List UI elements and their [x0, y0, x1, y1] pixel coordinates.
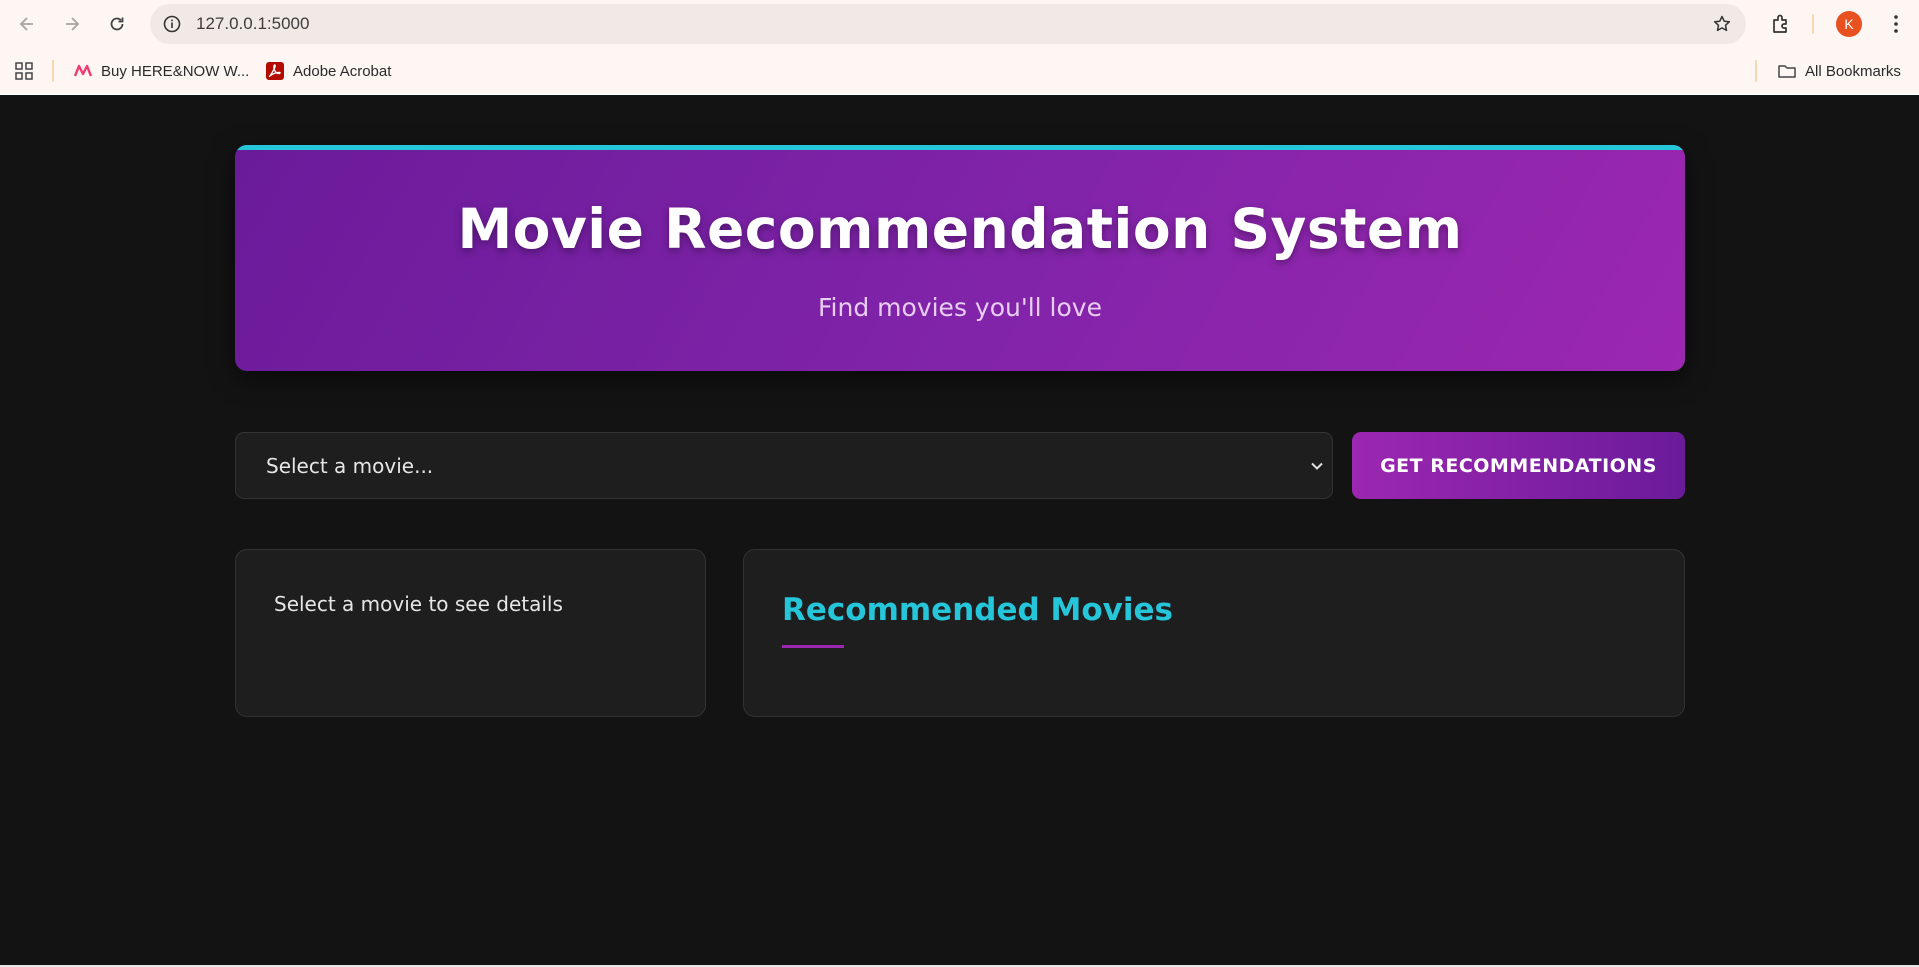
hero-accent-bar [235, 145, 1685, 150]
adobe-acrobat-icon [266, 62, 284, 80]
back-button[interactable] [12, 9, 42, 39]
bookmark-item-myntra[interactable]: Buy HERE&NOW W... [73, 60, 249, 82]
bookmark-label: Adobe Acrobat [293, 62, 392, 80]
page-subtitle: Find movies you'll love [818, 293, 1102, 322]
get-recommendations-button[interactable]: GET RECOMMENDATIONS [1352, 432, 1685, 499]
apps-grid-icon[interactable] [14, 61, 34, 81]
details-placeholder-text: Select a movie to see details [274, 592, 563, 616]
bookmark-label: Buy HERE&NOW W... [101, 62, 250, 80]
all-bookmarks-button[interactable]: All Bookmarks [1777, 60, 1901, 82]
myntra-logo-icon [73, 64, 93, 77]
reload-button[interactable] [102, 9, 132, 39]
bookmarks-bar: Buy HERE&NOW W... Adobe Acrobat All Book… [0, 48, 1919, 94]
page-title: Movie Recommendation System [457, 197, 1463, 261]
movie-select-value: Select a movie... [266, 454, 434, 478]
back-arrow-icon [19, 17, 33, 31]
browser-toolbar: 127.0.0.1:5000 K [0, 0, 1919, 48]
recommendations-heading: Recommended Movies [782, 592, 1173, 628]
profile-avatar[interactable]: K [1836, 11, 1862, 37]
forward-arrow-icon [66, 17, 80, 31]
recommendations-card: Recommended Movies [743, 549, 1685, 717]
extensions-icon[interactable] [1769, 12, 1793, 36]
address-bar[interactable]: 127.0.0.1:5000 [150, 4, 1746, 44]
forward-button[interactable] [57, 9, 87, 39]
heading-underline [782, 645, 844, 648]
reload-icon [110, 17, 124, 31]
hero-banner: Movie Recommendation System Find movies … [235, 145, 1685, 371]
movie-select-dropdown[interactable]: Select a movie... [235, 432, 1333, 499]
bookmark-star-icon[interactable] [1712, 14, 1732, 34]
all-bookmarks-label: All Bookmarks [1805, 62, 1901, 80]
chevron-down-icon [1311, 462, 1323, 470]
page-content: Movie Recommendation System Find movies … [0, 95, 1919, 967]
bookmark-item-adobe-acrobat[interactable]: Adobe Acrobat [265, 60, 391, 82]
movie-details-card: Select a movie to see details [235, 549, 706, 717]
toolbar-divider [1812, 14, 1814, 34]
folder-icon [1778, 65, 1796, 78]
bookmarks-divider-right [1755, 60, 1757, 82]
site-info-icon[interactable] [162, 14, 182, 34]
kebab-menu-icon[interactable] [1884, 12, 1908, 36]
url-text[interactable]: 127.0.0.1:5000 [196, 14, 309, 34]
bookmarks-divider [52, 60, 54, 82]
